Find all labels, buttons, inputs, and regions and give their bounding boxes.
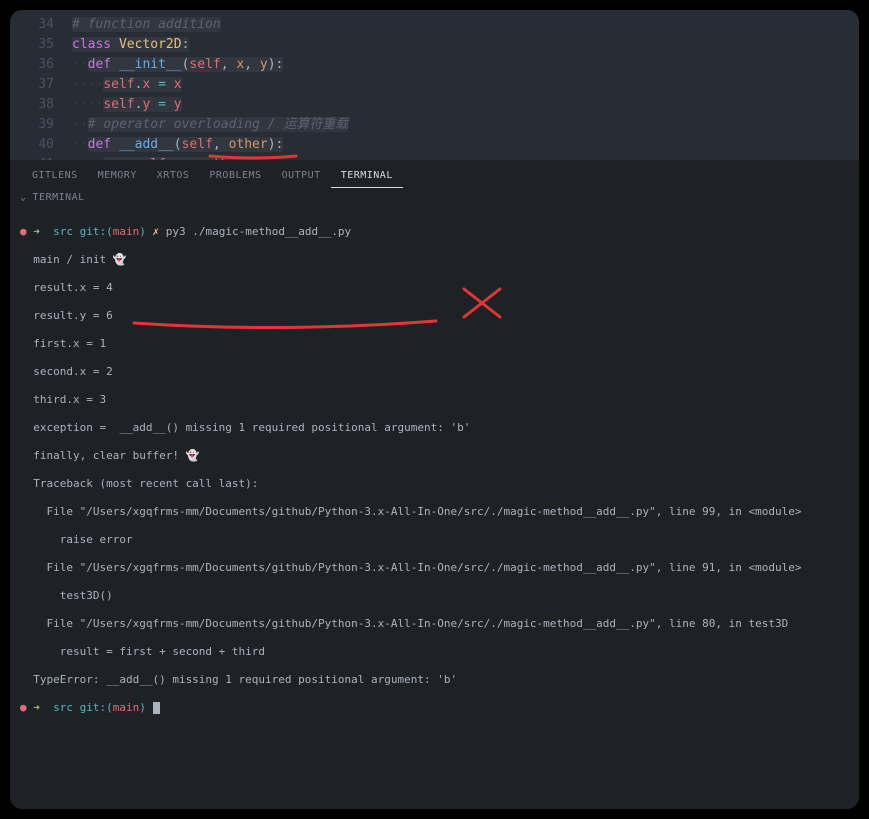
line-number: 37 xyxy=(10,75,54,95)
terminal-line: exception = __add__() missing 1 required… xyxy=(20,421,849,435)
panel-tabs: GITLENS MEMORY XRTOS PROBLEMS OUTPUT TER… xyxy=(10,160,859,188)
terminal-line: TypeError: __add__() missing 1 required … xyxy=(20,673,849,687)
line-number: 39 xyxy=(10,115,54,135)
code-line[interactable]: ··def __add__(self, other): xyxy=(72,135,859,155)
line-number-gutter: 34 35 36 37 38 39 40 41 42 43 44 45 46 4… xyxy=(10,10,72,160)
terminal-line: File "/Users/xgqfrms-mm/Documents/github… xyxy=(20,505,849,519)
tab-output[interactable]: OUTPUT xyxy=(272,164,331,188)
terminal-cursor xyxy=(153,702,160,714)
code-editor[interactable]: 34 35 36 37 38 39 40 41 42 43 44 45 46 4… xyxy=(10,10,859,160)
code-line[interactable]: ··# operator overloading / 运算符重载 xyxy=(72,115,859,135)
terminal-line: result.x = 4 xyxy=(20,281,849,295)
code-line[interactable]: ····x = self.x + other.x xyxy=(72,155,859,160)
terminal-line: main / init 👻 xyxy=(20,253,849,267)
terminal-panel[interactable]: ● ➜ src git:(main) ✗ py3 ./magic-method_… xyxy=(10,207,859,809)
panel-title: TERMINAL xyxy=(33,192,85,203)
code-line[interactable]: class Vector2D: xyxy=(72,35,859,55)
terminal-line: ● ➜ src git:(main) xyxy=(20,701,849,715)
code-line[interactable]: # function addition xyxy=(72,15,859,35)
editor-window: 34 35 36 37 38 39 40 41 42 43 44 45 46 4… xyxy=(10,10,859,809)
terminal-line: result.y = 6 xyxy=(20,309,849,323)
terminal-line: finally, clear buffer! 👻 xyxy=(20,449,849,463)
terminal-line: Traceback (most recent call last): xyxy=(20,477,849,491)
code-area[interactable]: # function addition class Vector2D: ··de… xyxy=(72,10,859,160)
tab-terminal[interactable]: TERMINAL xyxy=(331,164,403,188)
panel-header[interactable]: ⌄ TERMINAL xyxy=(10,188,859,207)
terminal-line: first.x = 1 xyxy=(20,337,849,351)
code-line[interactable]: ····self.y = y xyxy=(72,95,859,115)
line-number: 38 xyxy=(10,95,54,115)
code-line[interactable]: ····self.x = x xyxy=(72,75,859,95)
line-number: 36 xyxy=(10,55,54,75)
code-line[interactable]: ··def __init__(self, x, y): xyxy=(72,55,859,75)
terminal-line: raise error xyxy=(20,533,849,547)
tab-problems[interactable]: PROBLEMS xyxy=(199,164,271,188)
tab-xrtos[interactable]: XRTOS xyxy=(147,164,200,188)
tab-gitlens[interactable]: GITLENS xyxy=(22,164,88,188)
line-number: 40 xyxy=(10,135,54,155)
line-number: 34 xyxy=(10,15,54,35)
terminal-line: second.x = 2 xyxy=(20,365,849,379)
line-number: 35 xyxy=(10,35,54,55)
terminal-line: ● ➜ src git:(main) ✗ py3 ./magic-method_… xyxy=(20,225,849,239)
terminal-line: test3D() xyxy=(20,589,849,603)
tab-memory[interactable]: MEMORY xyxy=(88,164,147,188)
chevron-down-icon: ⌄ xyxy=(20,192,27,203)
terminal-line: third.x = 3 xyxy=(20,393,849,407)
terminal-line: File "/Users/xgqfrms-mm/Documents/github… xyxy=(20,617,849,631)
terminal-line: File "/Users/xgqfrms-mm/Documents/github… xyxy=(20,561,849,575)
terminal-line: result = first + second + third xyxy=(20,645,849,659)
